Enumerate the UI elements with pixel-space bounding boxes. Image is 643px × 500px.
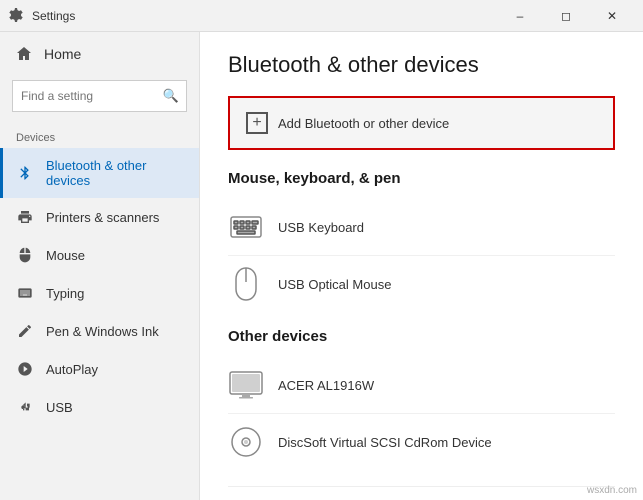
usb-icon xyxy=(16,398,34,416)
printer-icon xyxy=(16,208,34,226)
sidebar-item-pen-label: Pen & Windows Ink xyxy=(46,324,159,339)
sidebar-item-printers[interactable]: Printers & scanners xyxy=(0,198,199,236)
minimize-button[interactable]: – xyxy=(497,0,543,32)
sidebar-item-bluetooth[interactable]: Bluetooth & other devices xyxy=(0,148,199,198)
cdrom-device-icon xyxy=(228,424,264,460)
title-bar-title: Settings xyxy=(32,9,75,23)
settings-app-icon xyxy=(8,8,24,24)
device-cdrom: DiscSoft Virtual SCSI CdRom Device xyxy=(228,414,615,470)
title-bar-controls: – ◻ ✕ xyxy=(497,0,635,32)
mouse-keyboard-section: Mouse, keyboard, & pen xyxy=(228,170,615,312)
pen-icon xyxy=(16,322,34,340)
sidebar-item-autoplay[interactable]: AutoPlay xyxy=(0,350,199,388)
search-input[interactable] xyxy=(12,80,187,112)
sidebar-item-typing-label: Typing xyxy=(46,286,84,301)
sidebar-home-label: Home xyxy=(44,46,81,62)
mouse-keyboard-heading: Mouse, keyboard, & pen xyxy=(228,170,615,187)
maximize-button[interactable]: ◻ xyxy=(543,0,589,32)
sidebar-item-autoplay-label: AutoPlay xyxy=(46,362,98,377)
home-icon xyxy=(16,46,32,62)
usb-optical-mouse-name: USB Optical Mouse xyxy=(278,277,391,292)
other-devices-heading: Other devices xyxy=(228,328,615,345)
plus-icon: + xyxy=(246,112,268,134)
sidebar-section-label: Devices xyxy=(0,124,199,148)
add-device-label: Add Bluetooth or other device xyxy=(278,116,449,131)
search-icon: 🔍 xyxy=(163,88,179,104)
sidebar-item-mouse-label: Mouse xyxy=(46,248,85,263)
sidebar-item-printers-label: Printers & scanners xyxy=(46,210,159,225)
close-button[interactable]: ✕ xyxy=(589,0,635,32)
page-title: Bluetooth & other devices xyxy=(228,52,615,78)
sidebar-home[interactable]: Home xyxy=(0,32,199,76)
bluetooth-icon xyxy=(16,164,34,182)
device-usb-mouse: USB Optical Mouse xyxy=(228,256,615,312)
metered-connection-section: Download over metered connections To hel… xyxy=(228,486,615,500)
typing-icon xyxy=(16,284,34,302)
search-box: 🔍 xyxy=(12,80,187,112)
main-content: Bluetooth & other devices + Add Bluetoot… xyxy=(200,32,643,500)
device-monitor: ACER AL1916W xyxy=(228,357,615,414)
keyboard-device-icon xyxy=(228,209,264,245)
sidebar-item-mouse[interactable]: Mouse xyxy=(0,236,199,274)
sidebar: Home 🔍 Devices Bluetooth & other devices xyxy=(0,32,200,500)
cdrom-name: DiscSoft Virtual SCSI CdRom Device xyxy=(278,435,492,450)
autoplay-icon xyxy=(16,360,34,378)
sidebar-item-usb[interactable]: USB xyxy=(0,388,199,426)
add-device-button[interactable]: + Add Bluetooth or other device xyxy=(228,96,615,150)
other-devices-section: Other devices ACER AL1916W xyxy=(228,328,615,470)
monitor-device-icon xyxy=(228,367,264,403)
usb-keyboard-name: USB Keyboard xyxy=(278,220,364,235)
app-container: Home 🔍 Devices Bluetooth & other devices xyxy=(0,32,643,500)
mouse-device-icon xyxy=(228,266,264,302)
sidebar-item-bluetooth-label: Bluetooth & other devices xyxy=(46,158,183,188)
monitor-name: ACER AL1916W xyxy=(278,378,374,393)
sidebar-item-pen[interactable]: Pen & Windows Ink xyxy=(0,312,199,350)
device-usb-keyboard: USB Keyboard xyxy=(228,199,615,256)
title-bar: Settings – ◻ ✕ xyxy=(0,0,643,32)
sidebar-item-typing[interactable]: Typing xyxy=(0,274,199,312)
sidebar-item-usb-label: USB xyxy=(46,400,73,415)
mouse-icon xyxy=(16,246,34,264)
title-bar-left: Settings xyxy=(8,8,75,24)
